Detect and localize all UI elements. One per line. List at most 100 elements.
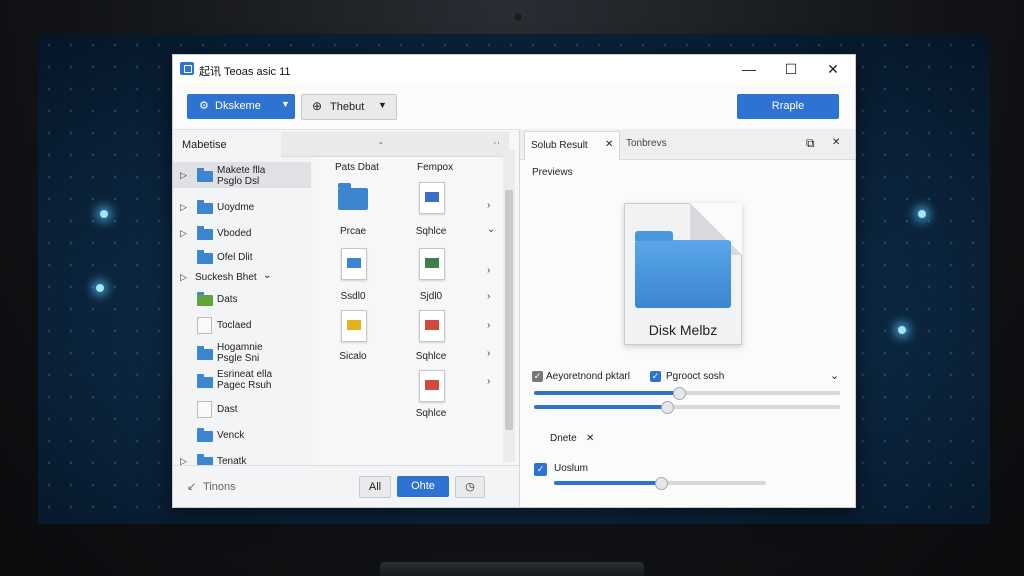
folder-icon — [635, 231, 731, 308]
ok-button[interactable]: Ohte — [397, 476, 449, 497]
folder-icon — [197, 250, 213, 264]
tree-item[interactable]: Venck — [173, 422, 311, 448]
tab-search-result[interactable]: Solub Result ✕ — [524, 131, 620, 160]
slider[interactable] — [554, 477, 766, 490]
tree-item[interactable]: Toclaed — [173, 312, 311, 338]
secondary-dropdown-label: Thebut — [330, 101, 365, 113]
slider-knob[interactable] — [660, 401, 674, 414]
chevron-right-icon[interactable]: ▷ — [180, 272, 187, 283]
chevron-down-icon[interactable]: ⌄ — [487, 224, 495, 235]
path-bar[interactable]: - ·· — [281, 132, 509, 157]
slider[interactable] — [534, 387, 840, 400]
tree-header: Mabetise — [182, 139, 227, 151]
folder-icon — [197, 374, 213, 388]
tree-item[interactable]: ▷ Uoydme — [173, 194, 311, 220]
preview-file-card[interactable]: Disk Melbz — [624, 203, 742, 345]
tab-tonbrevs[interactable]: Tonbrevs — [626, 138, 667, 149]
tree-item-label: Dats — [217, 294, 238, 305]
tab-label: Solub Result — [531, 140, 588, 151]
scrollbar-thumb[interactable] — [505, 190, 513, 430]
chevron-right-icon[interactable]: › — [487, 291, 490, 302]
vertical-scrollbar[interactable] — [503, 150, 515, 462]
bottom-bar-label: Tinons — [203, 481, 236, 493]
close-icon[interactable]: ✕ — [832, 137, 840, 148]
pencil-doc-icon[interactable] — [341, 310, 367, 342]
tree-item[interactable]: Dats — [173, 286, 311, 312]
folder-doc-icon[interactable] — [341, 248, 367, 280]
column-header: Fempox — [417, 162, 454, 173]
tree-item-label: Makete flla — [217, 165, 266, 176]
close-icon[interactable]: ✕ — [605, 139, 613, 150]
grid-item-label[interactable]: Sqhlce — [401, 226, 461, 237]
chevron-right-icon[interactable]: ▷ — [180, 170, 187, 181]
grid-item-label[interactable]: Sqhlce — [401, 408, 461, 419]
grid-item-label[interactable]: Sjdl0 — [401, 291, 461, 302]
tree-item-label: Esrineat ella — [217, 369, 273, 380]
folder-icon — [197, 428, 213, 442]
chevron-right-icon[interactable]: › — [487, 376, 490, 387]
option-checkbox[interactable]: ✓ — [534, 463, 547, 476]
option-checkbox[interactable]: ✓ — [650, 371, 661, 382]
grid-item-label[interactable]: Prcae — [323, 226, 383, 237]
secondary-dropdown-button[interactable]: ⊕ Thebut ▼ — [301, 94, 397, 120]
folder-green-icon — [197, 292, 213, 306]
tree-item[interactable]: ▷ Makete flla Psglo Dsl — [173, 162, 311, 188]
close-icon[interactable]: ✕ — [586, 433, 594, 444]
file-icon — [197, 317, 212, 334]
webcam — [513, 12, 523, 22]
grid-item-label[interactable]: Sicalo — [323, 351, 383, 362]
tree-item-sublabel: Pagec Rsuh — [217, 380, 272, 391]
tree-item-label: Suckesh Bhet — [195, 272, 257, 283]
chevron-right-icon[interactable]: › — [487, 348, 490, 359]
slider-knob[interactable] — [655, 477, 668, 490]
add-icon: ⊕ — [312, 99, 323, 113]
slider-knob[interactable] — [672, 387, 686, 400]
chevron-right-icon[interactable]: › — [487, 200, 490, 211]
chevron-down-icon: ▼ — [281, 99, 290, 109]
path-bar-control[interactable]: - — [379, 137, 383, 149]
title-bar: 起讯 Teoas asic 11 — ☐ ✕ — [173, 55, 855, 83]
slider[interactable] — [534, 401, 840, 414]
red-doc-icon[interactable] — [419, 370, 445, 402]
tree-item[interactable]: Dast — [173, 396, 311, 422]
red-doc-icon[interactable] — [419, 310, 445, 342]
grid-item-label[interactable]: Sqhlce — [401, 351, 461, 362]
maximize-button[interactable]: ☐ — [777, 59, 805, 79]
folder-icon[interactable] — [338, 183, 368, 210]
toolbar: ⚙ Dkskeme ▼ ⊕ Thebut ▼ Rraple — [173, 83, 855, 129]
folder-tree: Mabetise ▷ Makete flla Psglo Dsl ▷ Uoydm… — [173, 130, 313, 468]
folder-icon — [197, 346, 213, 360]
chevron-right-icon[interactable]: ▷ — [180, 228, 187, 239]
popout-icon[interactable]: ⧉ — [806, 136, 815, 151]
clock-icon[interactable]: ◷ — [455, 476, 485, 498]
chevron-right-icon[interactable]: ▷ — [180, 202, 187, 213]
option-checkbox[interactable]: ✓ — [532, 371, 543, 382]
minimize-button[interactable]: — — [735, 59, 763, 79]
laptop-base — [380, 562, 644, 576]
chevron-down-icon[interactable]: ⌄ — [830, 369, 839, 382]
window-title: 起讯 Teoas asic 11 — [199, 66, 291, 78]
all-button[interactable]: All — [359, 476, 391, 498]
tree-item[interactable]: Hogamnie Psgle Sni — [173, 338, 311, 364]
column-header: Pats Dbat — [335, 162, 379, 173]
primary-dropdown-button[interactable]: ⚙ Dkskeme ▼ — [187, 94, 295, 119]
tree-item-label: Vboded — [217, 228, 252, 239]
chevron-down-icon[interactable]: ⌄ — [263, 270, 271, 281]
tag-label: Dnete — [550, 433, 577, 444]
blue-doc-icon[interactable] — [419, 182, 445, 214]
app-icon — [180, 62, 194, 75]
apply-button[interactable]: Rraple — [737, 94, 839, 119]
option-label: Aeyoretnond pktarl — [546, 371, 630, 382]
slider-fill — [534, 405, 666, 409]
tree-item-label: Hogamnie — [217, 342, 263, 353]
option-label: Uoslum — [554, 463, 588, 474]
more-icon[interactable]: ·· — [493, 137, 500, 149]
folder-icon — [197, 168, 213, 182]
grid-item-label[interactable]: Ssdl0 — [323, 291, 383, 302]
tree-item[interactable]: Esrineat ella Pagec Rsuh — [173, 366, 311, 392]
tree-item[interactable]: ▷ Vboded — [173, 220, 311, 246]
image-doc-icon[interactable] — [419, 248, 445, 280]
chevron-right-icon[interactable]: › — [487, 265, 490, 276]
close-window-button[interactable]: ✕ — [819, 59, 847, 79]
chevron-right-icon[interactable]: › — [487, 320, 490, 331]
